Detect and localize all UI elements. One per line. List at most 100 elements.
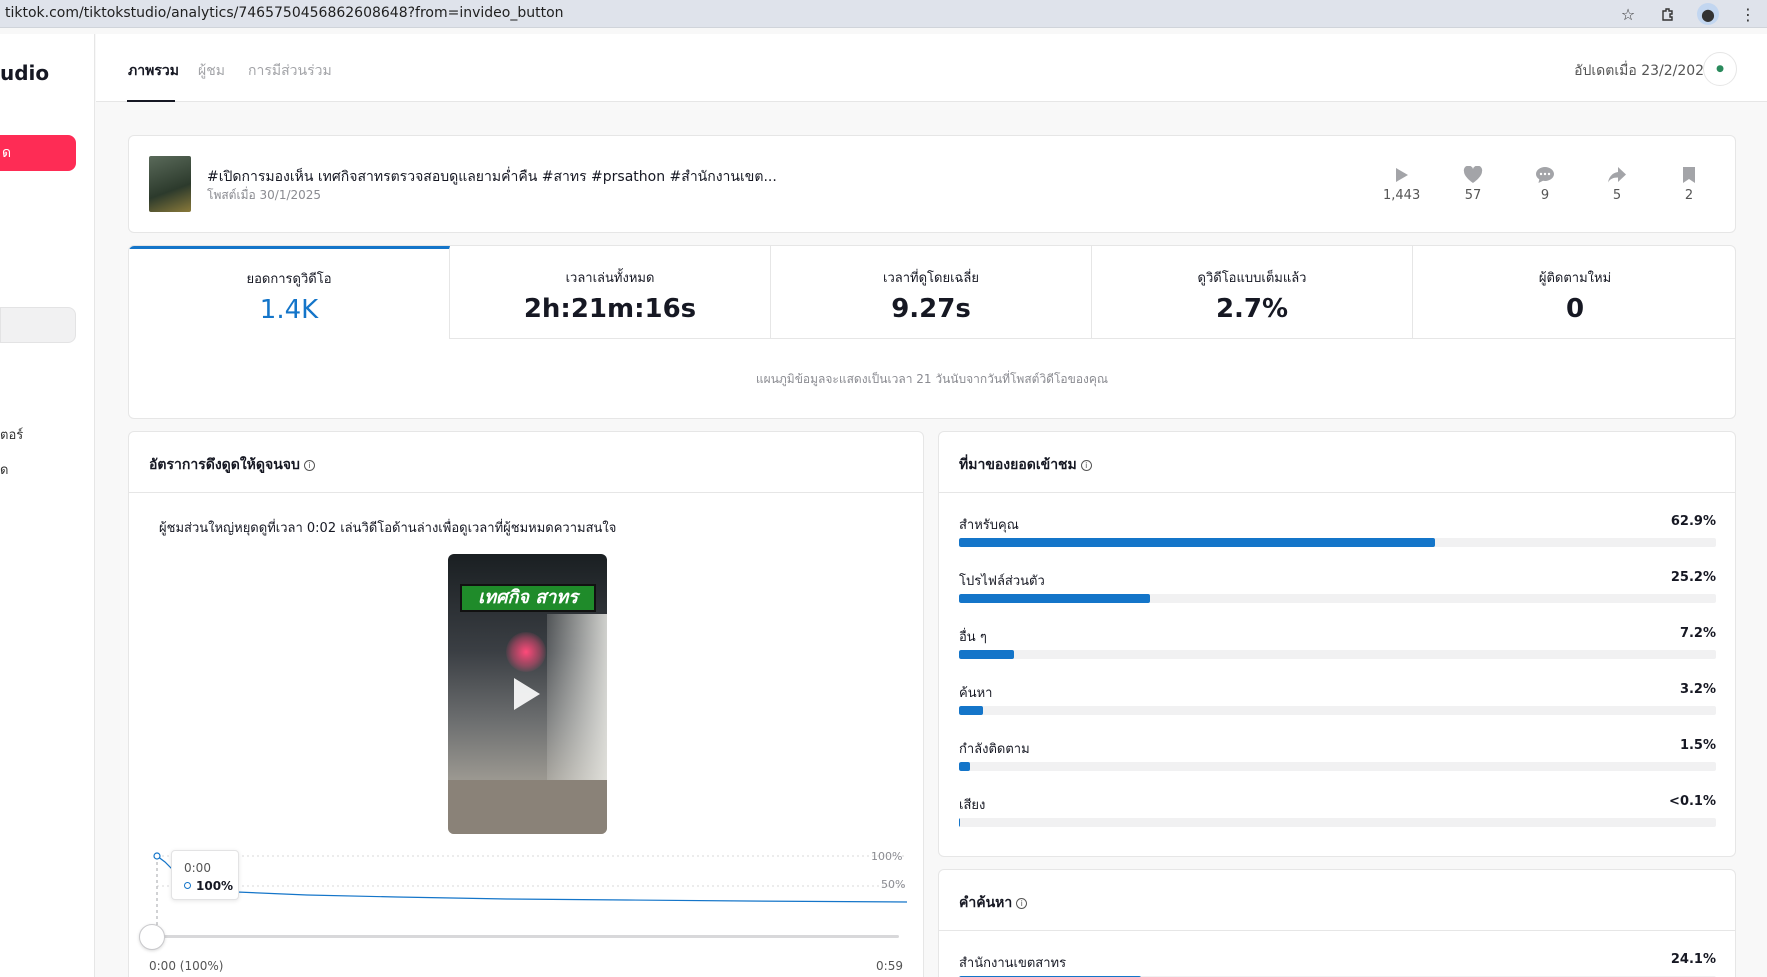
post-button[interactable]: ด	[0, 135, 76, 171]
heart-icon	[1455, 164, 1491, 186]
sidebar: udio ด ตอร์ ด	[0, 34, 95, 977]
traffic-label: เสียง	[959, 798, 986, 813]
traffic-source-card: ที่มาของยอดเข้าชม i สำหรับคุณ 62.9% โปรไฟ…	[938, 431, 1736, 857]
retention-chart[interactable]	[147, 852, 917, 932]
tab-viewers[interactable]: ผู้ชม	[198, 60, 225, 82]
traffic-bar	[959, 594, 1716, 603]
traffic-row-other: อื่น ๆ 7.2%	[959, 626, 1716, 666]
metric-full-watch[interactable]: ดูวิดีโอแบบเต็มแล้ว 2.7%	[1092, 246, 1413, 339]
brand-logo[interactable]: udio	[0, 61, 49, 85]
video-frame-bottom	[448, 780, 607, 834]
video-frame-wall	[547, 614, 607, 784]
traffic-bar	[959, 650, 1716, 659]
metric-value: 2.7%	[1215, 294, 1289, 324]
share-icon	[1599, 164, 1635, 186]
retention-point[interactable]	[153, 852, 161, 860]
tab-engagement[interactable]: การมีส่วนร่วม	[248, 60, 332, 82]
video-title[interactable]: #เปิดการมองเห็น เทศกิจสาทรตรวจสอบดูแลยาม…	[207, 166, 777, 188]
metric-value: 9.27s	[891, 294, 971, 324]
menu-kebab-icon[interactable]: ⋮	[1737, 3, 1759, 25]
analytics-top-bar: ภาพรวม ผู้ชม การมีส่วนร่วม อัปเดตเมื่อ 2…	[96, 34, 1767, 102]
stat-saves-value: 2	[1684, 188, 1694, 203]
retention-title: อัตราการดึงดูดให้ดูจนจบ i	[149, 454, 315, 476]
metric-video-views[interactable]: ยอดการดูวิดีโอ 1.4K	[129, 246, 450, 339]
info-icon[interactable]: i	[303, 460, 315, 471]
traffic-bar	[959, 762, 1716, 771]
traffic-bar-fill	[959, 650, 1014, 659]
metric-total-play-time[interactable]: เวลาเล่นทั้งหมด 2h:21m:16s	[450, 246, 771, 339]
traffic-title-text: ที่มาของยอดเข้าชม	[959, 457, 1077, 473]
traffic-percent: 1.5%	[1679, 738, 1716, 753]
comment-icon	[1527, 164, 1563, 186]
tooltip-time: 0:00	[184, 861, 211, 875]
traffic-label: กำลังติดตาม	[959, 742, 1030, 757]
traffic-row-for-you: สำหรับคุณ 62.9%	[959, 514, 1716, 554]
play-icon[interactable]	[514, 678, 540, 710]
retention-tooltip: 0:00 100%	[171, 850, 239, 900]
traffic-bar-fill	[959, 594, 1150, 603]
bookmark-icon	[1671, 164, 1707, 186]
avatar[interactable]: ●	[1703, 52, 1737, 86]
card-header: คำค้นหา i	[939, 870, 1735, 931]
traffic-label: ค้นหา	[959, 686, 993, 701]
search-terms-card: คำค้นหา i สำนักงานเขตสาทร 24.1%	[938, 869, 1736, 977]
tab-overview[interactable]: ภาพรวม	[128, 60, 179, 82]
video-banner-text: เทศกิจ สาทร	[460, 584, 596, 612]
url-text[interactable]: tiktok.com/tiktokstudio/analytics/746575…	[5, 5, 564, 21]
search-terms-title: คำค้นหา i	[959, 892, 1028, 914]
card-header: อัตราการดึงดูดให้ดูจนจบ i	[129, 432, 923, 493]
metric-avg-watch-time[interactable]: เวลาที่ดูโดยเฉลี่ย 9.27s	[771, 246, 1092, 339]
traffic-row-search: ค้นหา 3.2%	[959, 682, 1716, 722]
retention-end-label: 0:59	[876, 959, 903, 973]
stat-saves: 2	[1671, 164, 1707, 203]
traffic-row-following: กำลังติดตาม 1.5%	[959, 738, 1716, 778]
traffic-percent: 7.2%	[1679, 626, 1716, 641]
metrics-note: แผนภูมิข้อมูลจะแสดงเป็นเวลา 21 วันนับจาก…	[755, 372, 1109, 386]
axis-label-100: 100%	[871, 850, 903, 863]
extensions-icon[interactable]	[1657, 3, 1679, 25]
key-metrics-card: ยอดการดูวิดีโอ 1.4K เวลาเล่นทั้งหมด 2h:2…	[128, 245, 1736, 419]
traffic-percent: 3.2%	[1679, 682, 1716, 697]
stat-comments: 9	[1527, 164, 1563, 203]
video-frame-light	[506, 632, 546, 672]
traffic-title: ที่มาของยอดเข้าชม i	[959, 454, 1092, 476]
star-icon[interactable]: ☆	[1617, 3, 1639, 25]
video-posted-date: โพสต์เมื่อ 30/1/2025	[207, 188, 322, 202]
info-icon[interactable]: i	[1016, 898, 1028, 909]
retention-video-player[interactable]: เทศกิจ สาทร	[448, 554, 607, 834]
retention-slider-handle[interactable]	[139, 924, 165, 950]
sidebar-item-1[interactable]: ตอร์	[0, 424, 23, 445]
metric-label: เวลาเล่นทั้งหมด	[565, 271, 655, 286]
traffic-label: อื่น ๆ	[959, 630, 987, 645]
metric-value: 1.4K	[259, 295, 319, 325]
metric-new-followers[interactable]: ผู้ติดตามใหม่ 0	[1413, 246, 1735, 339]
info-icon[interactable]: i	[1080, 460, 1092, 471]
traffic-row-sound: เสียง <0.1%	[959, 794, 1716, 834]
stat-likes-value: 57	[1464, 188, 1482, 203]
axis-label-50: 50%	[881, 878, 906, 891]
traffic-label: โปรไฟล์ส่วนตัว	[959, 574, 1045, 589]
video-thumbnail[interactable]	[149, 156, 191, 212]
stat-views: 1,443	[1383, 164, 1420, 203]
traffic-bar	[959, 706, 1716, 715]
search-terms-title-text: คำค้นหา	[959, 895, 1013, 911]
traffic-bar-fill	[959, 706, 984, 715]
traffic-bar-fill	[959, 762, 971, 771]
traffic-bar	[959, 538, 1716, 547]
retention-description: ผู้ชมส่วนใหญ่หยุดดูที่เวลา 0:02 เล่นวิดี…	[159, 521, 617, 536]
video-summary-card: #เปิดการมองเห็น เทศกิจสาทรตรวจสอบดูแลยาม…	[128, 135, 1736, 233]
browser-url-bar[interactable]: tiktok.com/tiktokstudio/analytics/746575…	[0, 0, 1767, 28]
retention-line	[156, 855, 908, 903]
sidebar-item-2[interactable]: ด	[0, 459, 8, 480]
active-tab-indicator	[127, 100, 175, 102]
retention-slider-track[interactable]	[149, 935, 899, 938]
traffic-percent: <0.1%	[1669, 794, 1716, 809]
profile-icon[interactable]: ●	[1697, 3, 1719, 25]
search-term-label: สำนักงานเขตสาทร	[959, 956, 1067, 971]
metric-value: 0	[1565, 294, 1585, 324]
metric-label: ผู้ติดตามใหม่	[1538, 271, 1612, 286]
retention-start-label: 0:00 (100%)	[149, 959, 224, 973]
sidebar-search[interactable]	[0, 307, 76, 343]
play-icon	[1383, 164, 1419, 186]
metric-label: ยอดการดูวิดีโอ	[246, 272, 332, 287]
